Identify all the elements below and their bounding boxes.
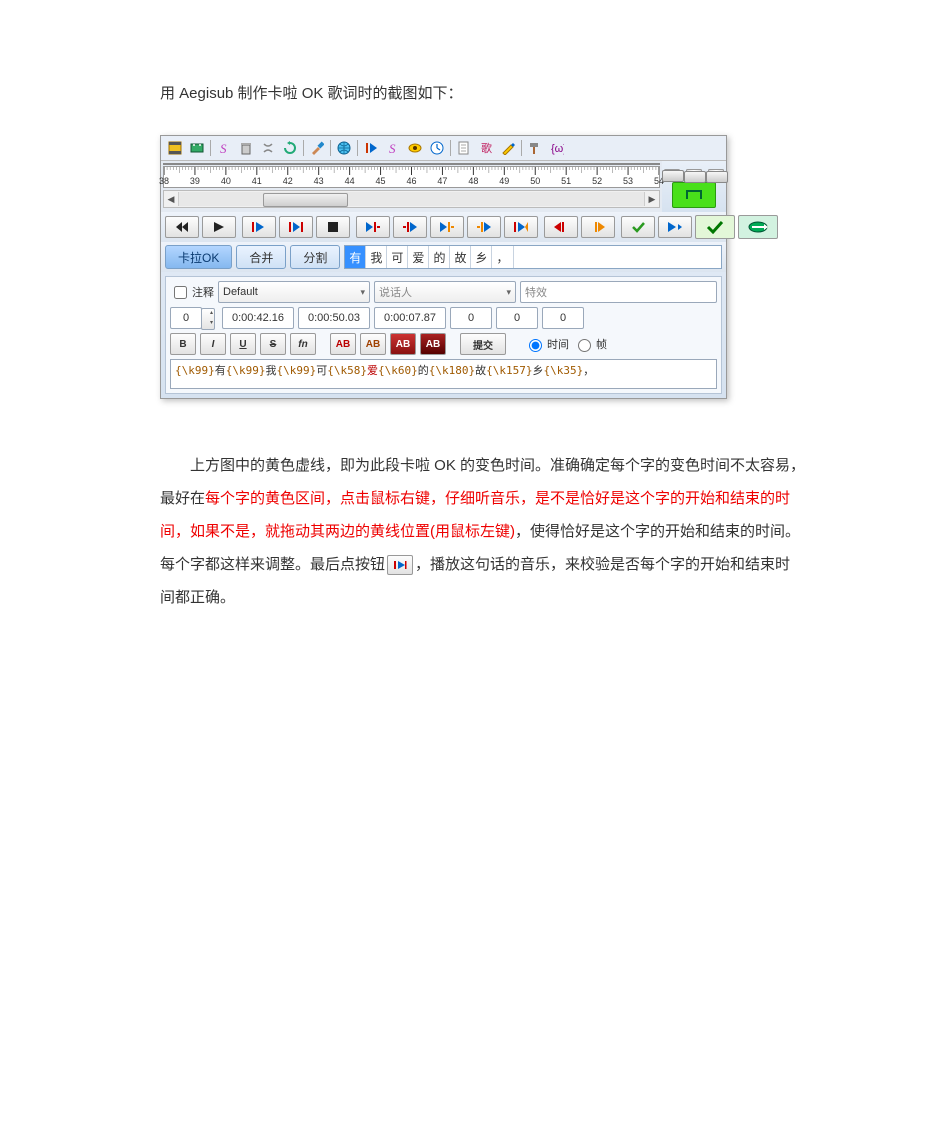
karaoke-tab[interactable]: 卡拉OK [165,245,232,269]
time-ruler[interactable]: 3839404142434445464748495051525354 [163,166,660,188]
main-toolbar: S S 歌 {ω} [161,136,726,161]
scrollbar-thumb[interactable] [263,193,349,207]
karaoke-bar: 卡拉OK 合并 分割 有我可爱的故乡， [161,242,726,272]
intro-text: 用 Aegisub 制作卡啦 OK 歌词时的截图如下： [160,80,805,107]
color2-button[interactable]: AB [360,333,386,355]
s-icon[interactable]: S [383,138,403,158]
syllable-box[interactable]: 有我可爱的故乡， [344,245,722,269]
margin-v-input[interactable]: 0 [542,307,584,329]
pen-icon[interactable] [498,138,518,158]
volume-slider[interactable] [708,169,724,172]
svg-text:S: S [220,141,227,155]
k-icon[interactable]: 歌 [476,138,496,158]
next-line-icon[interactable] [658,216,692,238]
split-tab[interactable]: 分割 [290,245,340,269]
trash-icon[interactable] [236,138,256,158]
play-icon[interactable] [202,216,236,238]
globe-icon[interactable] [334,138,354,158]
zoom-slider[interactable] [664,169,680,172]
font-button[interactable]: fn [290,333,316,355]
karaoke-syllable-label: 有 [293,164,322,165]
color3-button[interactable]: AB [390,333,416,355]
link-zoom-icon[interactable] [672,182,716,208]
play-line-icon[interactable] [242,216,276,238]
explanation-text: 上方图中的黄色虚线，即为此段卡啦 OK 的变色时间。准确确定每个字的变色时间不太… [160,449,805,614]
color4-button[interactable]: AB [420,333,446,355]
commit-button[interactable]: 提交 [460,333,506,355]
actor-combo[interactable]: 说话人 [374,281,516,303]
lead-out-icon[interactable] [581,216,615,238]
karaoke-syllable-label: 故 [418,164,474,165]
karaoke-syllable-label: 的 [399,164,418,165]
syllable-cell[interactable]: 可 [387,246,408,268]
confirm-icon[interactable] [695,215,735,239]
svg-text:歌: 歌 [481,141,492,155]
transport-bar [161,212,726,242]
syllable-cell[interactable]: 的 [429,246,450,268]
syllable-cell[interactable]: 有 [345,246,366,268]
karaoke-syllable-label: 我 [322,164,353,165]
margin-r-input[interactable]: 0 [496,307,538,329]
auto-icon[interactable] [738,215,778,239]
style-combo[interactable]: Default [218,281,370,303]
play-before-start-icon[interactable] [356,216,390,238]
time-radio[interactable]: 时间 [524,336,569,352]
braces-icon[interactable]: {ω} [547,138,567,158]
film-icon[interactable] [165,138,185,158]
frame-radio[interactable]: 帧 [573,336,607,352]
scroll-right-icon[interactable]: ▶ [645,192,659,206]
effect-input[interactable]: 特效 [520,281,717,303]
underline-button[interactable]: U [230,333,256,355]
italic-button[interactable]: I [200,333,226,355]
syllable-cell[interactable]: ， [492,246,513,268]
subtitle-edit-panel: 注释 Default 说话人 特效 0 0:00:42.16 0:00:50.0… [165,276,722,394]
syllable-cell[interactable]: 我 [366,246,387,268]
syllable-cell[interactable]: 爱 [408,246,429,268]
refresh-icon[interactable] [280,138,300,158]
svg-text:S: S [389,141,396,155]
svg-text:{ω}: {ω} [551,143,564,155]
vertical-zoom-slider[interactable] [686,169,702,172]
clip-icon[interactable] [258,138,278,158]
waveform-display[interactable]: 有我可爱的故乡 [163,163,660,165]
brush-icon[interactable] [307,138,327,158]
play-selection-icon [387,555,413,575]
lead-in-icon[interactable] [544,216,578,238]
clock-icon[interactable] [427,138,447,158]
film-strip-icon[interactable] [187,138,207,158]
play-after-end-icon[interactable] [467,216,501,238]
karaoke-syllable-label: 乡 [473,164,523,165]
play-sel-icon[interactable] [279,216,313,238]
play-remain-icon[interactable] [504,216,538,238]
stop-icon[interactable] [316,216,350,238]
sliders-panel [662,161,726,212]
color1-button[interactable]: AB [330,333,356,355]
play-before-end-icon[interactable] [430,216,464,238]
eye-icon[interactable] [405,138,425,158]
karaoke-syllable-label: 爱 [381,164,400,165]
hammer-icon[interactable] [525,138,545,158]
aegisub-screenshot: SS歌{ω} 有我可爱的故乡 3839404142434445464748495… [160,135,727,399]
rewind-icon[interactable] [165,216,199,238]
start-time-input[interactable]: 0:00:42.16 [222,307,294,329]
comment-checkbox[interactable]: 注释 [170,283,214,302]
scroll-left-icon[interactable]: ◀ [164,192,178,206]
syllable-cell[interactable]: 乡 [471,246,492,268]
duration-input[interactable]: 0:00:07.87 [374,307,446,329]
page-icon[interactable] [454,138,474,158]
play-after-start-icon[interactable] [393,216,427,238]
karaoke-syllable-label: 可 [353,164,381,165]
layer-input[interactable]: 0 [170,307,202,329]
timing-start-icon[interactable] [361,138,381,158]
commit-check-icon[interactable] [621,216,655,238]
syllable-cell[interactable]: 故 [450,246,471,268]
horizontal-scrollbar[interactable]: ◀ ▶ [163,190,660,208]
merge-tab[interactable]: 合并 [236,245,286,269]
style-icon[interactable]: S [214,138,234,158]
margin-l-input[interactable]: 0 [450,307,492,329]
strike-button[interactable]: S [260,333,286,355]
end-time-input[interactable]: 0:00:50.03 [298,307,370,329]
bold-button[interactable]: B [170,333,196,355]
subtitle-text-input[interactable]: {\k99}有{\k99}我{\k99}可{\k58}爱{\k60}的{\k18… [170,359,717,389]
